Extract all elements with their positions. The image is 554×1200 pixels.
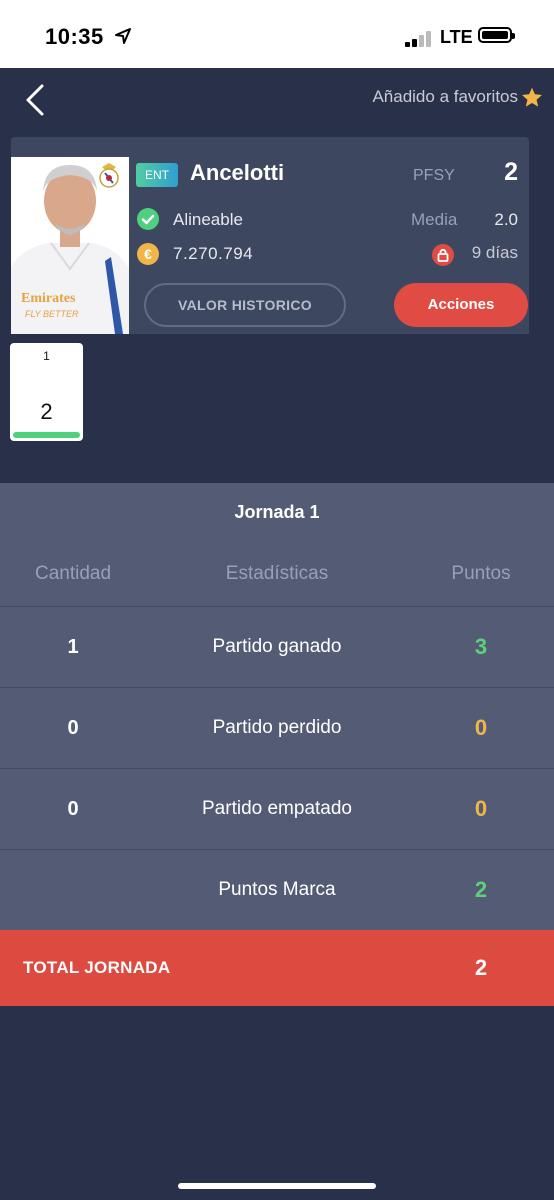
matchday-number: 1	[43, 349, 50, 363]
player-card: Emirates FLY BETTER ENT Ancelotti PFSY 2…	[11, 137, 529, 334]
signal-icon	[405, 31, 437, 47]
home-indicator[interactable]	[178, 1183, 376, 1189]
player-name: Ancelotti	[190, 160, 285, 185]
actions-button[interactable]: Acciones	[394, 283, 528, 327]
player-status: Alineable	[173, 210, 243, 229]
stats-title: Jornada 1	[234, 502, 320, 522]
svg-text:FLY BETTER: FLY BETTER	[25, 309, 79, 319]
lock-days: 9 días	[471, 243, 518, 262]
stat-label: Partido ganado	[212, 636, 342, 657]
stat-points: 0	[474, 715, 488, 740]
team-crest-icon	[99, 163, 119, 188]
stat-row: 1 Partido ganado 3	[0, 606, 554, 687]
stat-quantity: 0	[67, 798, 79, 820]
stat-label: Partido perdido	[212, 717, 342, 738]
matchday-points: 2	[40, 399, 53, 424]
stat-points: 0	[474, 796, 488, 821]
lock-icon	[432, 244, 454, 266]
stat-quantity: 1	[67, 636, 79, 658]
check-icon	[137, 208, 159, 230]
stat-row: 0 Partido empatado 0	[0, 768, 554, 849]
svg-text:Emirates: Emirates	[21, 291, 76, 306]
stat-row: Puntos Marca 2	[0, 849, 554, 930]
star-icon[interactable]	[520, 86, 544, 110]
stats-panel: Jornada 1 Cantidad Estadísticas Puntos 1…	[0, 483, 554, 930]
battery-icon	[478, 27, 515, 43]
total-label: TOTAL JORNADA	[23, 958, 171, 977]
location-arrow-icon	[115, 28, 131, 44]
favorites-label[interactable]: Añadido a favoritos	[372, 87, 518, 107]
value-history-button[interactable]: VALOR HISTORICO	[144, 283, 346, 327]
total-row: TOTAL JORNADA 2	[0, 930, 554, 1006]
media-value: 2.0	[494, 210, 518, 229]
position-badge: ENT	[136, 163, 178, 187]
column-header-quantity: Cantidad	[34, 563, 112, 584]
column-header-points: Puntos	[451, 563, 511, 584]
network-type: LTE	[440, 27, 473, 47]
matchday-tile[interactable]: 1 2	[10, 343, 83, 441]
total-value: 2	[474, 955, 488, 980]
matchday-points-bar	[13, 432, 80, 438]
stat-points: 2	[474, 877, 488, 902]
clock: 10:35	[45, 24, 104, 49]
stat-row: 0 Partido perdido 0	[0, 687, 554, 768]
media-label: Media	[411, 210, 458, 229]
stat-label: Partido empatado	[202, 798, 352, 819]
stat-label: Puntos Marca	[218, 879, 336, 900]
column-header-stats: Estadísticas	[225, 563, 329, 584]
stat-quantity: 0	[67, 717, 79, 739]
status-bar: 10:35 LTE	[0, 0, 554, 68]
points-value: 2	[504, 158, 518, 186]
stat-points: 3	[474, 634, 488, 659]
points-label: PFSY	[413, 167, 455, 184]
back-chevron-icon[interactable]	[18, 80, 58, 120]
euro-icon: €	[137, 243, 159, 265]
market-value: 7.270.794	[173, 244, 254, 263]
top-bar: Añadido a favoritos	[0, 68, 554, 134]
